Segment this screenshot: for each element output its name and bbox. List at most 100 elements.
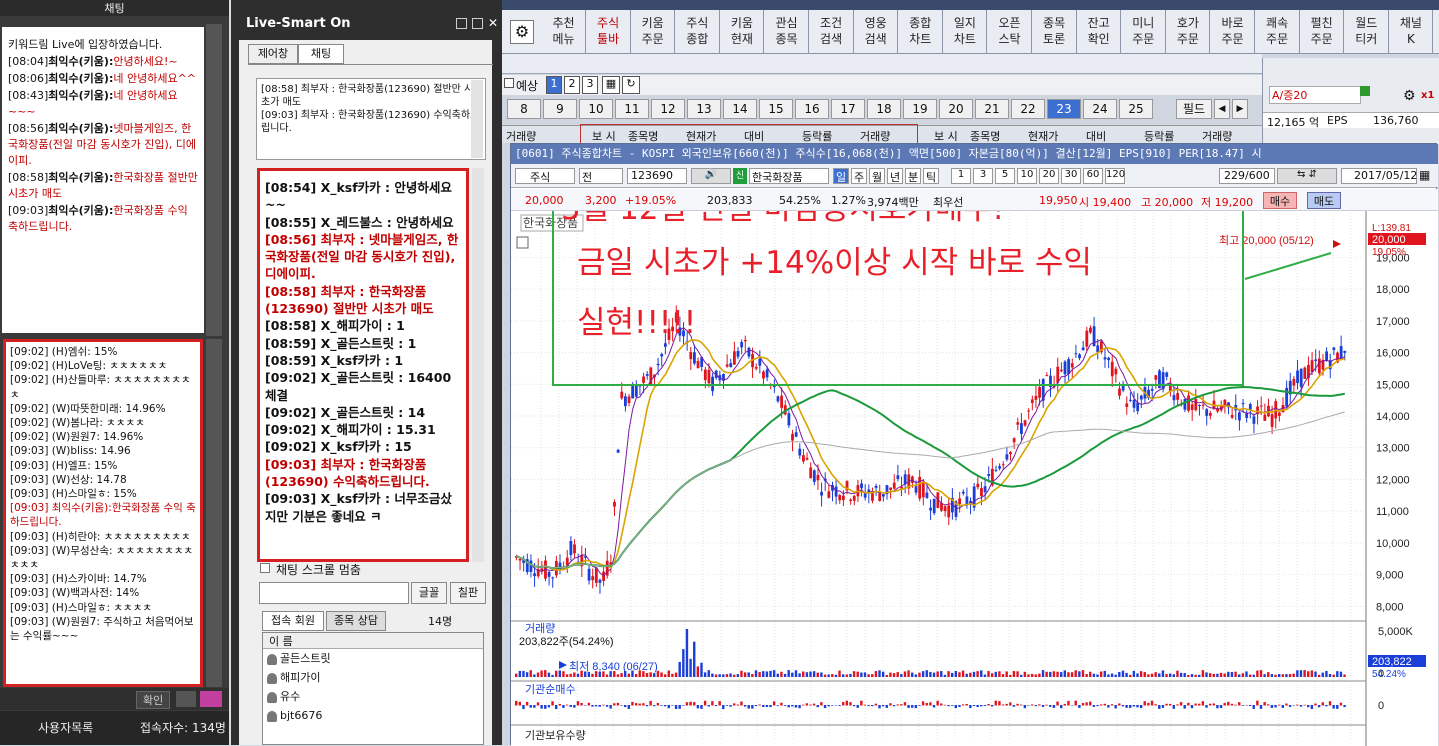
period-일[interactable]: 일 <box>833 168 849 184</box>
period-월[interactable]: 월 <box>869 168 885 184</box>
mini-gear-icon[interactable]: ⚙ <box>1403 88 1416 104</box>
market-select[interactable]: 주식 <box>515 168 575 184</box>
tab-control[interactable]: 제어창 <box>248 44 298 64</box>
font-button[interactable]: 글꼴 <box>411 582 447 604</box>
close-icon[interactable]: ✕ <box>488 17 499 29</box>
log-scrollbar[interactable] <box>206 339 222 687</box>
toolbar-button[interactable]: 키움 현재 <box>720 10 765 54</box>
next-icon[interactable]: ▶ <box>1232 99 1248 119</box>
code-input[interactable]: 123690 <box>627 168 687 184</box>
tool-icons[interactable]: ⇆ ⇵ <box>1277 168 1337 184</box>
preset-3[interactable]: 3 <box>582 76 598 94</box>
member-row[interactable]: 유수 <box>263 687 483 706</box>
number-tab-11[interactable]: 11 <box>615 99 649 119</box>
gear-icon[interactable]: ⚙ <box>510 20 534 44</box>
misc-button[interactable] <box>176 691 196 707</box>
number-tab-25[interactable]: 25 <box>1119 99 1153 119</box>
user-list-button[interactable]: 사용자목록 <box>38 719 93 736</box>
number-tab-12[interactable]: 12 <box>651 99 685 119</box>
column-header[interactable]: 현재가 <box>1028 128 1058 144</box>
toolbar-button[interactable]: 미니 주문 <box>1122 10 1166 54</box>
clear-button[interactable]: 칠판 <box>450 582 486 604</box>
preview-checkbox[interactable] <box>504 78 514 88</box>
period-년[interactable]: 년 <box>887 168 903 184</box>
period-주[interactable]: 주 <box>851 168 867 184</box>
member-row[interactable]: 해피가이 <box>263 668 483 687</box>
grid-icon[interactable]: ▦ <box>602 76 620 94</box>
interval-60[interactable]: 60 <box>1083 168 1103 184</box>
toolbar-button[interactable]: 호가 주문 <box>1166 10 1211 54</box>
sell-button[interactable]: 매도 <box>1307 192 1341 209</box>
number-tab-17[interactable]: 17 <box>831 99 865 119</box>
calendar-icon[interactable]: ▦ <box>1419 168 1430 182</box>
field-button[interactable]: 필드 <box>1176 99 1212 119</box>
chat-window-scrollbar[interactable] <box>472 168 484 562</box>
number-tab-23[interactable]: 23 <box>1047 99 1081 119</box>
column-header[interactable]: 종목명 <box>970 128 1000 144</box>
toolbar-button[interactable]: 채널 K <box>1389 10 1434 54</box>
number-tab-10[interactable]: 10 <box>579 99 613 119</box>
period-틱[interactable]: 틱 <box>923 168 939 184</box>
column-header[interactable]: 대비 <box>1086 128 1106 144</box>
interval-5[interactable]: 5 <box>995 168 1015 184</box>
prev-icon[interactable]: ◀ <box>1214 99 1230 119</box>
number-tab-19[interactable]: 19 <box>903 99 937 119</box>
count-field[interactable]: 229/600 <box>1219 168 1275 184</box>
number-tab-21[interactable]: 21 <box>975 99 1009 119</box>
toolbar-button[interactable]: 월드 티커 <box>1345 10 1389 54</box>
toolbar-button[interactable]: 쾌속 주문 <box>1256 10 1300 54</box>
tab-chat[interactable]: 채팅 <box>298 44 344 64</box>
column-header[interactable]: 거래량 <box>506 128 536 144</box>
minimize-icon[interactable] <box>456 18 467 29</box>
date-field[interactable]: 2017/05/12 <box>1341 168 1417 184</box>
buy-button[interactable]: 매수 <box>1263 192 1297 209</box>
toolbar-button[interactable]: 관심 종목 <box>765 10 809 54</box>
interval-20[interactable]: 20 <box>1039 168 1059 184</box>
refresh-icon[interactable]: ↻ <box>622 76 640 94</box>
speaker-icon[interactable]: 🔊 <box>691 168 731 184</box>
number-tab-20[interactable]: 20 <box>939 99 973 119</box>
preset-2[interactable]: 2 <box>564 76 580 94</box>
mini-check-icon[interactable] <box>1360 86 1370 96</box>
toolbar-button[interactable]: 종목 토론 <box>1033 10 1077 54</box>
toolbar-button[interactable]: 주식 종합 <box>676 10 720 54</box>
interval-1[interactable]: 1 <box>951 168 971 184</box>
column-header[interactable]: 등락률 <box>1144 128 1174 144</box>
number-tab-13[interactable]: 13 <box>687 99 721 119</box>
column-header[interactable]: 거래량 <box>1202 128 1232 144</box>
interval-30[interactable]: 30 <box>1061 168 1081 184</box>
number-tab-9[interactable]: 9 <box>543 99 577 119</box>
toolbar-button[interactable]: 펼친 주문 <box>1300 10 1345 54</box>
notice-scrollbar[interactable] <box>471 80 483 158</box>
column-header[interactable]: 보 시 <box>934 128 958 144</box>
toolbar-button[interactable]: 영웅 검색 <box>854 10 899 54</box>
toolbar-button[interactable]: 주식 툴바 <box>587 10 631 54</box>
chat-scrollbar[interactable] <box>206 24 222 336</box>
toolbar-button[interactable]: 키움 주문 <box>631 10 676 54</box>
number-tab-18[interactable]: 18 <box>867 99 901 119</box>
stock-name-field[interactable]: 한국화장품 <box>749 168 829 184</box>
scope-select[interactable]: 전 <box>579 168 623 184</box>
preset-1[interactable]: 1 <box>546 76 562 94</box>
chat-input[interactable] <box>259 582 409 604</box>
number-tab-16[interactable]: 16 <box>795 99 829 119</box>
interval-3[interactable]: 3 <box>973 168 993 184</box>
number-tab-22[interactable]: 22 <box>1011 99 1045 119</box>
period-분[interactable]: 분 <box>905 168 921 184</box>
scroll-lock-checkbox[interactable] <box>260 563 270 573</box>
number-tab-14[interactable]: 14 <box>723 99 757 119</box>
number-tab-8[interactable]: 8 <box>507 99 541 119</box>
candle-chart[interactable]: 19,00018,00017,00016,00015,00014,00013,0… <box>511 211 1438 746</box>
confirm-button[interactable]: 확인 <box>136 691 171 709</box>
toolbar-button[interactable]: 추천 메뉴 <box>542 10 586 54</box>
tab-members[interactable]: 접속 회원 <box>262 611 324 631</box>
member-row[interactable]: 골든스트릿 <box>263 649 483 668</box>
interval-120[interactable]: 120 <box>1105 168 1125 184</box>
toolbar-button[interactable]: 오픈 스탁 <box>988 10 1032 54</box>
toolbar-button[interactable]: 바로 주문 <box>1211 10 1255 54</box>
member-row[interactable]: bjt6676 <box>263 706 483 725</box>
maximize-icon[interactable] <box>472 18 483 29</box>
number-tab-24[interactable]: 24 <box>1083 99 1117 119</box>
lock-icon[interactable] <box>200 691 222 707</box>
number-tab-15[interactable]: 15 <box>759 99 793 119</box>
